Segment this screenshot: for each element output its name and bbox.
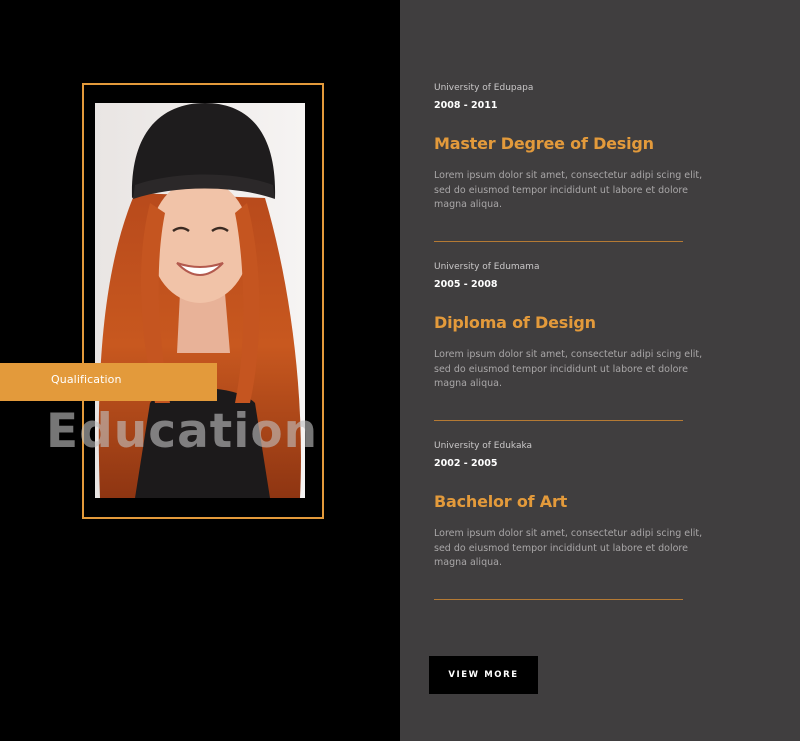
degree-title: Master Degree of Design [434, 134, 654, 153]
education-entry: University of Edumama 2005 - 2008 Diplom… [434, 262, 734, 392]
degree-title: Diploma of Design [434, 313, 596, 332]
view-more-button[interactable]: VIEW MORE [429, 656, 538, 694]
university-name: University of Edumama [434, 262, 540, 272]
degree-title: Bachelor of Art [434, 492, 568, 511]
education-heading: Education [46, 404, 319, 459]
year-range: 2005 - 2008 [434, 279, 498, 290]
entry-divider [434, 599, 683, 600]
year-range: 2008 - 2011 [434, 100, 498, 111]
university-name: University of Edukaka [434, 441, 533, 451]
education-entry: University of Edukaka 2002 - 2005 Bachel… [434, 441, 734, 571]
university-name: University of Edupapa [434, 83, 534, 93]
degree-description: Lorem ipsum dolor sit amet, consectetur … [434, 528, 703, 568]
entry-divider [434, 420, 683, 421]
entry-divider [434, 241, 683, 242]
qualification-label: Qualification [51, 373, 122, 386]
year-range: 2002 - 2005 [434, 458, 498, 469]
degree-description: Lorem ipsum dolor sit amet, consectetur … [434, 349, 703, 389]
degree-description: Lorem ipsum dolor sit amet, consectetur … [434, 170, 703, 210]
education-entry: University of Edupapa 2008 - 2011 Master… [434, 83, 734, 213]
